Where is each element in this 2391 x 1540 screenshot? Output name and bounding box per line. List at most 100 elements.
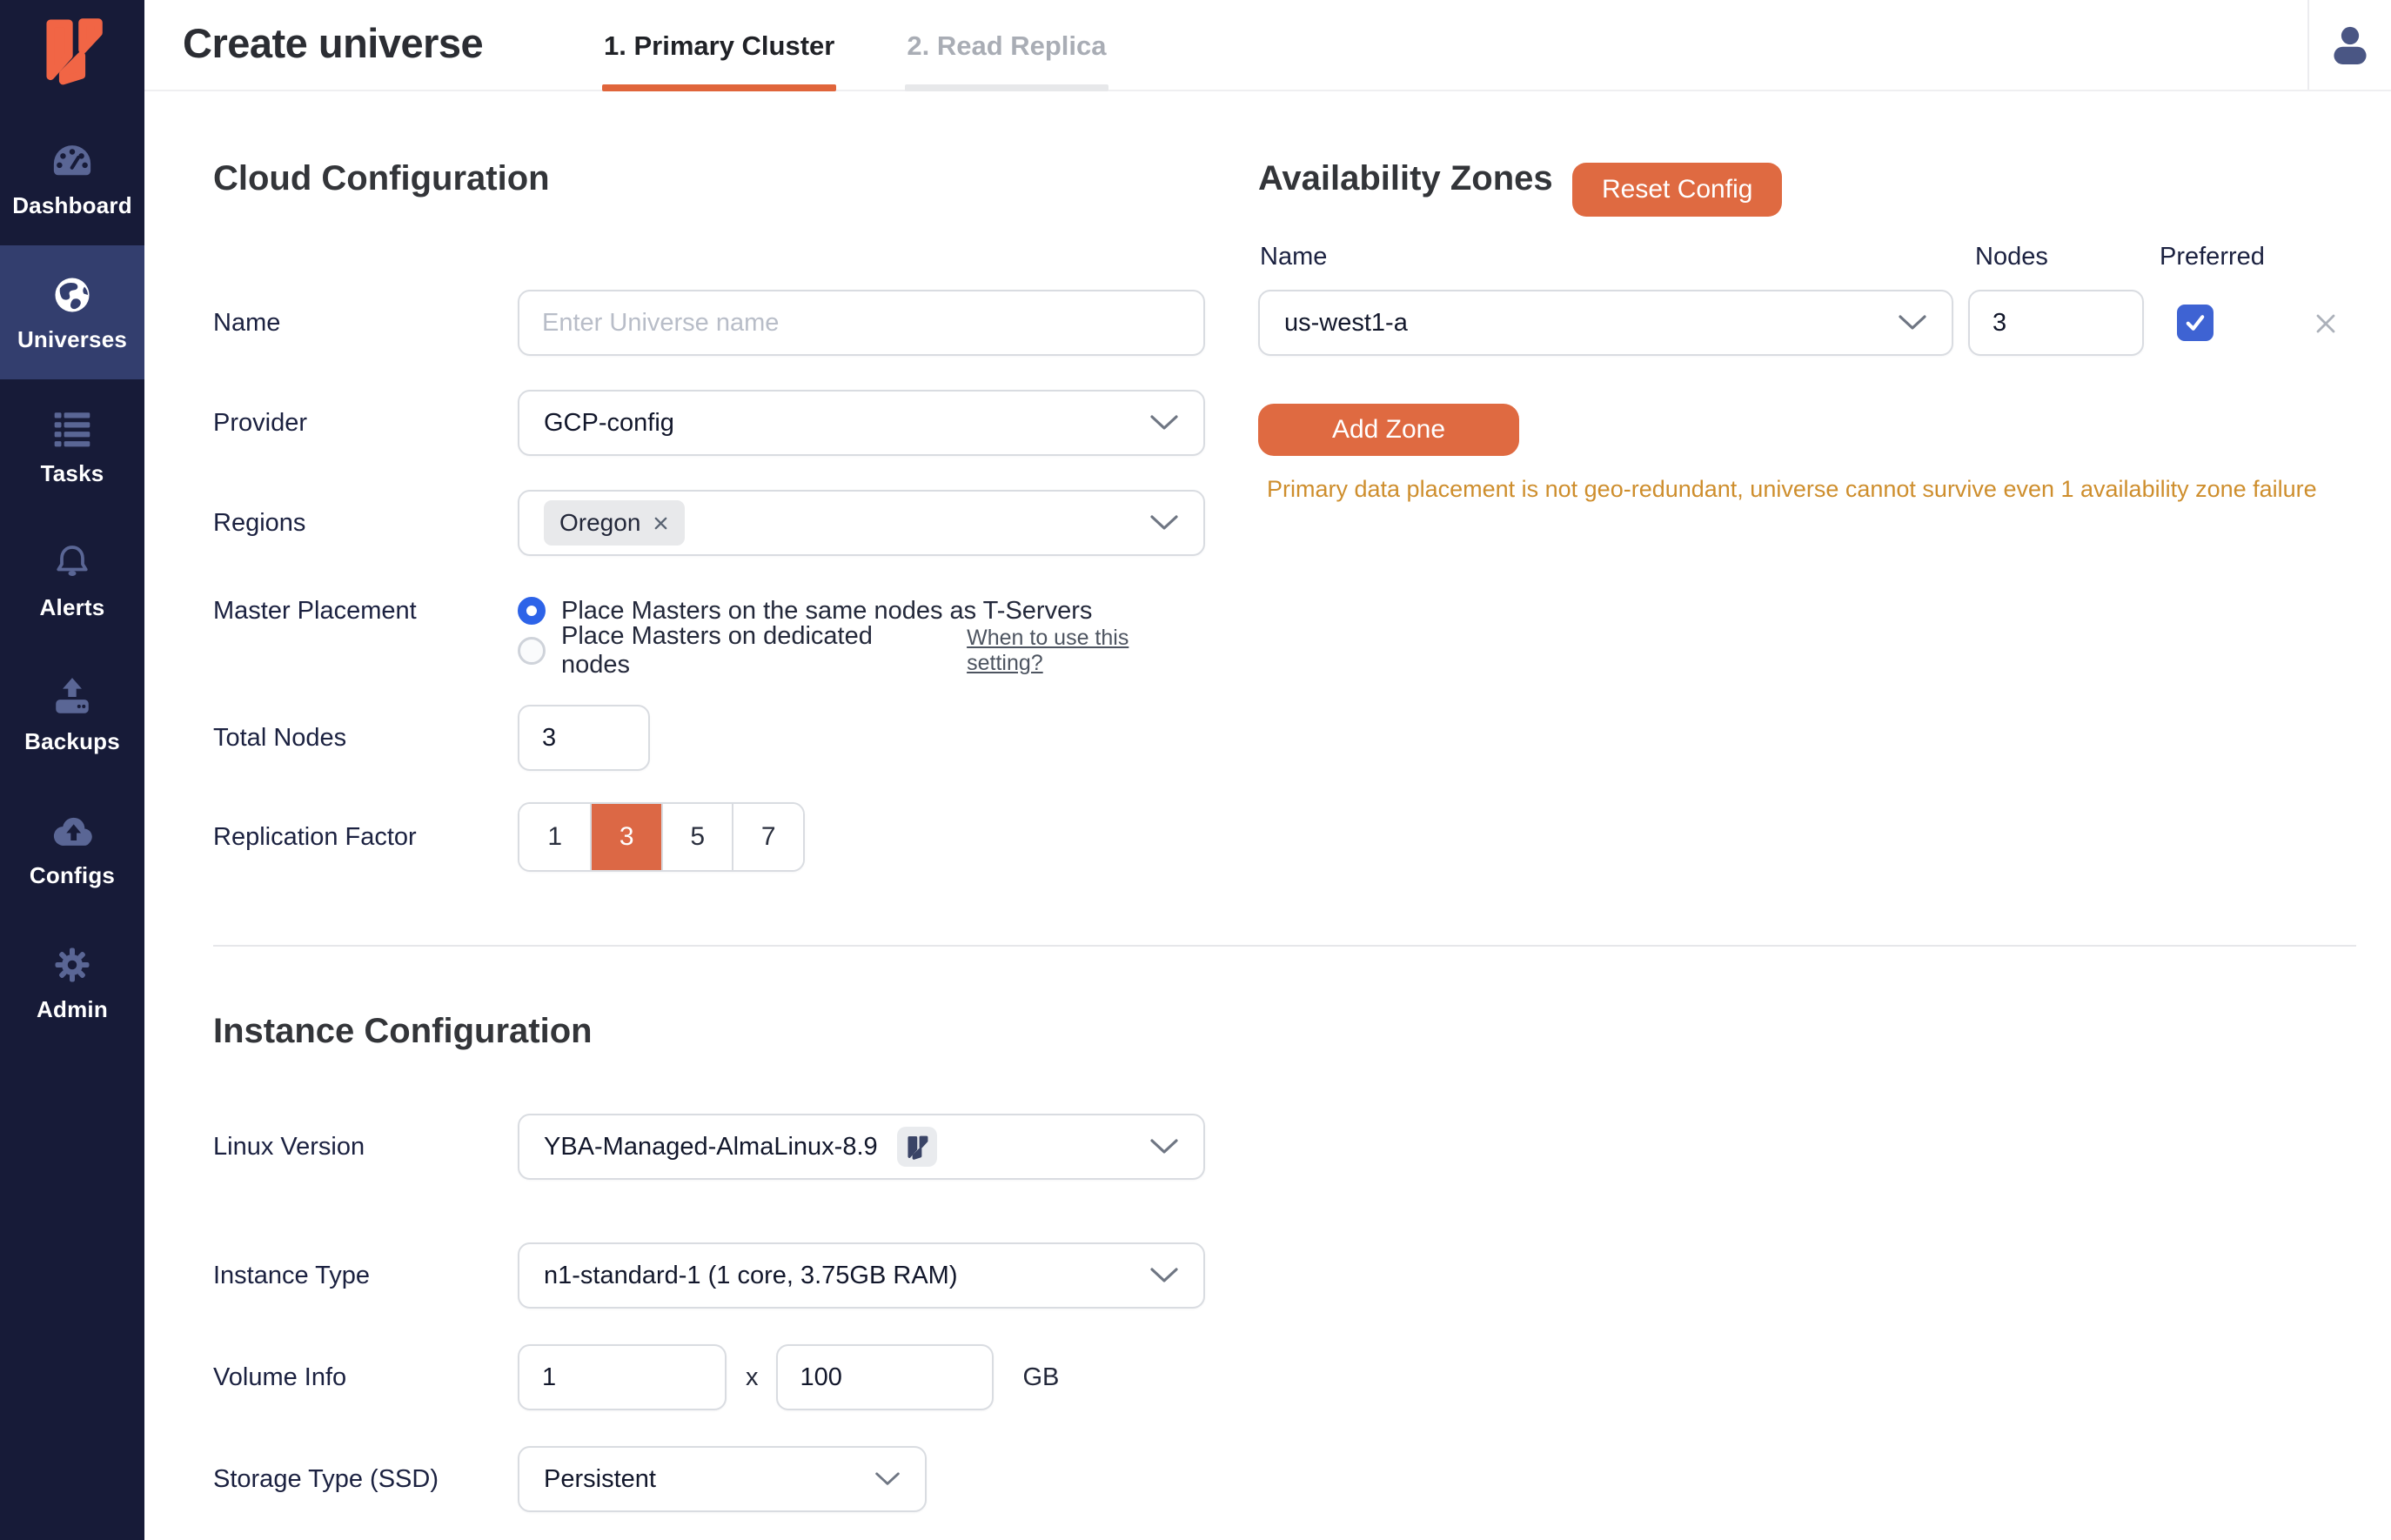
chevron-down-icon	[1149, 514, 1179, 532]
rf-option-1[interactable]: 1	[519, 804, 591, 870]
region-chip-label: Oregon	[559, 509, 641, 536]
gear-icon	[51, 942, 93, 988]
storage-type-select[interactable]: Persistent	[518, 1446, 927, 1512]
create-universe-page: Dashboard Universes Tasks Alerts Backups…	[0, 0, 2391, 1540]
provider-value: GCP-config	[544, 408, 674, 437]
volume-info-label: Volume Info	[213, 1363, 347, 1391]
tab-primary-cluster[interactable]: 1. Primary Cluster	[602, 0, 837, 91]
add-zone-button[interactable]: Add Zone	[1258, 404, 1519, 456]
sidebar-nav: Dashboard Universes Tasks Alerts Backups…	[0, 111, 144, 1049]
az-column-name: Name	[1260, 243, 1328, 271]
replication-factor-row: Replication Factor 1 3 5 7	[213, 802, 1205, 872]
volume-size-input[interactable]	[775, 1344, 994, 1410]
chevron-down-icon	[1149, 1138, 1179, 1155]
globe-icon	[50, 272, 94, 318]
instance-type-label: Instance Type	[213, 1261, 371, 1289]
chevron-down-icon	[874, 1471, 901, 1487]
chevron-down-icon	[1898, 314, 1927, 331]
volume-count-input[interactable]	[518, 1344, 727, 1410]
sidebar-item-label: Tasks	[40, 459, 104, 486]
storage-type-row: Storage Type (SSD) Persistent	[213, 1446, 1205, 1512]
geo-redundancy-warning: Primary data placement is not geo-redund…	[1267, 476, 2317, 502]
cloud-upload-icon	[49, 808, 96, 854]
total-nodes-row: Total Nodes	[213, 705, 1205, 771]
provider-label: Provider	[213, 408, 307, 437]
chevron-down-icon	[1149, 1267, 1179, 1284]
availability-zones-panel: Availability Zones Reset Config Name Nod…	[1258, 152, 2356, 674]
universe-name-input[interactable]	[518, 290, 1205, 356]
zone-name-value: us-west1-a	[1284, 308, 1408, 337]
sidebar-item-label: Backups	[24, 727, 120, 754]
radio-dedicated-nodes-label: Place Masters on dedicated nodes	[561, 622, 873, 679]
page-title: Create universe	[183, 20, 484, 66]
section-divider	[213, 945, 2356, 947]
sidebar: Dashboard Universes Tasks Alerts Backups…	[0, 0, 144, 1540]
total-nodes-input[interactable]	[518, 705, 650, 771]
master-placement-row-2: Place Masters on dedicated nodes When to…	[213, 622, 1205, 679]
sidebar-item-dashboard[interactable]: Dashboard	[0, 111, 144, 245]
replication-factor-label: Replication Factor	[213, 822, 417, 851]
storage-type-label: Storage Type (SSD)	[213, 1464, 439, 1493]
preferred-checkbox[interactable]	[2177, 305, 2214, 341]
remove-region-icon[interactable]	[653, 515, 669, 532]
linux-version-row: Linux Version YBA-Managed-AlmaLinux-8.9	[213, 1114, 1205, 1180]
yba-managed-badge	[896, 1127, 937, 1167]
sidebar-item-label: Universes	[17, 325, 128, 352]
instance-type-row: Instance Type n1-standard-1 (1 core, 3.7…	[213, 1242, 1205, 1309]
tab-read-replica[interactable]: 2. Read Replica	[905, 0, 1108, 91]
rf-option-7[interactable]: 7	[732, 804, 803, 870]
instance-type-select[interactable]: n1-standard-1 (1 core, 3.75GB RAM)	[518, 1242, 1205, 1309]
user-avatar-icon[interactable]	[2327, 22, 2374, 69]
replication-factor-selector: 1 3 5 7	[518, 802, 805, 872]
sidebar-item-admin[interactable]: Admin	[0, 915, 144, 1049]
linux-version-value: YBA-Managed-AlmaLinux-8.9	[544, 1132, 878, 1161]
sidebar-item-tasks[interactable]: Tasks	[0, 379, 144, 513]
sidebar-item-alerts[interactable]: Alerts	[0, 513, 144, 647]
when-to-use-link[interactable]: When to use this setting?	[967, 626, 1205, 676]
provider-row: Provider GCP-config	[213, 390, 1205, 456]
reset-config-button[interactable]: Reset Config	[1572, 163, 1783, 217]
region-chip: Oregon	[544, 500, 686, 546]
linux-version-label: Linux Version	[213, 1132, 365, 1161]
remove-zone-icon[interactable]	[2314, 312, 2337, 335]
provider-select[interactable]: GCP-config	[518, 390, 1205, 456]
name-label: Name	[213, 308, 281, 337]
radio-same-nodes[interactable]	[518, 597, 546, 625]
sidebar-item-universes[interactable]: Universes	[0, 245, 144, 379]
yugabyte-logo-icon	[46, 18, 103, 85]
zone-name-select[interactable]: us-west1-a	[1258, 290, 1953, 356]
az-column-preferred: Preferred	[2160, 243, 2265, 271]
header-user-area	[2307, 0, 2391, 90]
task-list-icon	[50, 406, 94, 452]
total-nodes-label: Total Nodes	[213, 723, 347, 752]
volume-multiplier: x	[746, 1363, 759, 1391]
radio-dedicated-nodes[interactable]	[518, 637, 546, 665]
sidebar-item-label: Admin	[37, 995, 108, 1022]
rf-option-3[interactable]: 3	[590, 804, 661, 870]
az-zone-row: us-west1-a	[1258, 290, 2356, 356]
instance-type-value: n1-standard-1 (1 core, 3.75GB RAM)	[544, 1261, 958, 1289]
chevron-down-icon	[1149, 414, 1179, 432]
linux-version-select[interactable]: YBA-Managed-AlmaLinux-8.9	[518, 1114, 1205, 1180]
yugabyte-mini-logo-icon	[908, 1135, 928, 1160]
zone-nodes-input[interactable]	[1968, 290, 2144, 356]
sidebar-item-configs[interactable]: Configs	[0, 781, 144, 915]
check-icon	[2186, 315, 2205, 331]
rf-option-5[interactable]: 5	[660, 804, 733, 870]
header: Create universe 1. Primary Cluster 2. Re…	[144, 0, 2391, 91]
regions-multiselect[interactable]: Oregon	[518, 490, 1205, 556]
yugabyte-logo[interactable]	[0, 12, 144, 85]
sidebar-item-label: Alerts	[39, 593, 105, 620]
az-column-nodes: Nodes	[1975, 243, 2048, 271]
master-placement-label: Master Placement	[213, 596, 417, 625]
bell-icon	[51, 540, 93, 586]
sidebar-item-label: Dashboard	[12, 191, 132, 218]
sidebar-item-label: Configs	[29, 861, 116, 888]
regions-label: Regions	[213, 508, 306, 537]
sidebar-item-backups[interactable]: Backups	[0, 647, 144, 781]
instance-configuration-heading: Instance Configuration	[213, 1012, 593, 1050]
gauge-icon	[50, 138, 95, 184]
tab-bar: 1. Primary Cluster 2. Read Replica	[602, 0, 1108, 91]
radio-same-nodes-label: Place Masters on the same nodes as T-Ser…	[561, 596, 1093, 625]
availability-zones-heading: Availability Zones	[1258, 159, 1553, 198]
